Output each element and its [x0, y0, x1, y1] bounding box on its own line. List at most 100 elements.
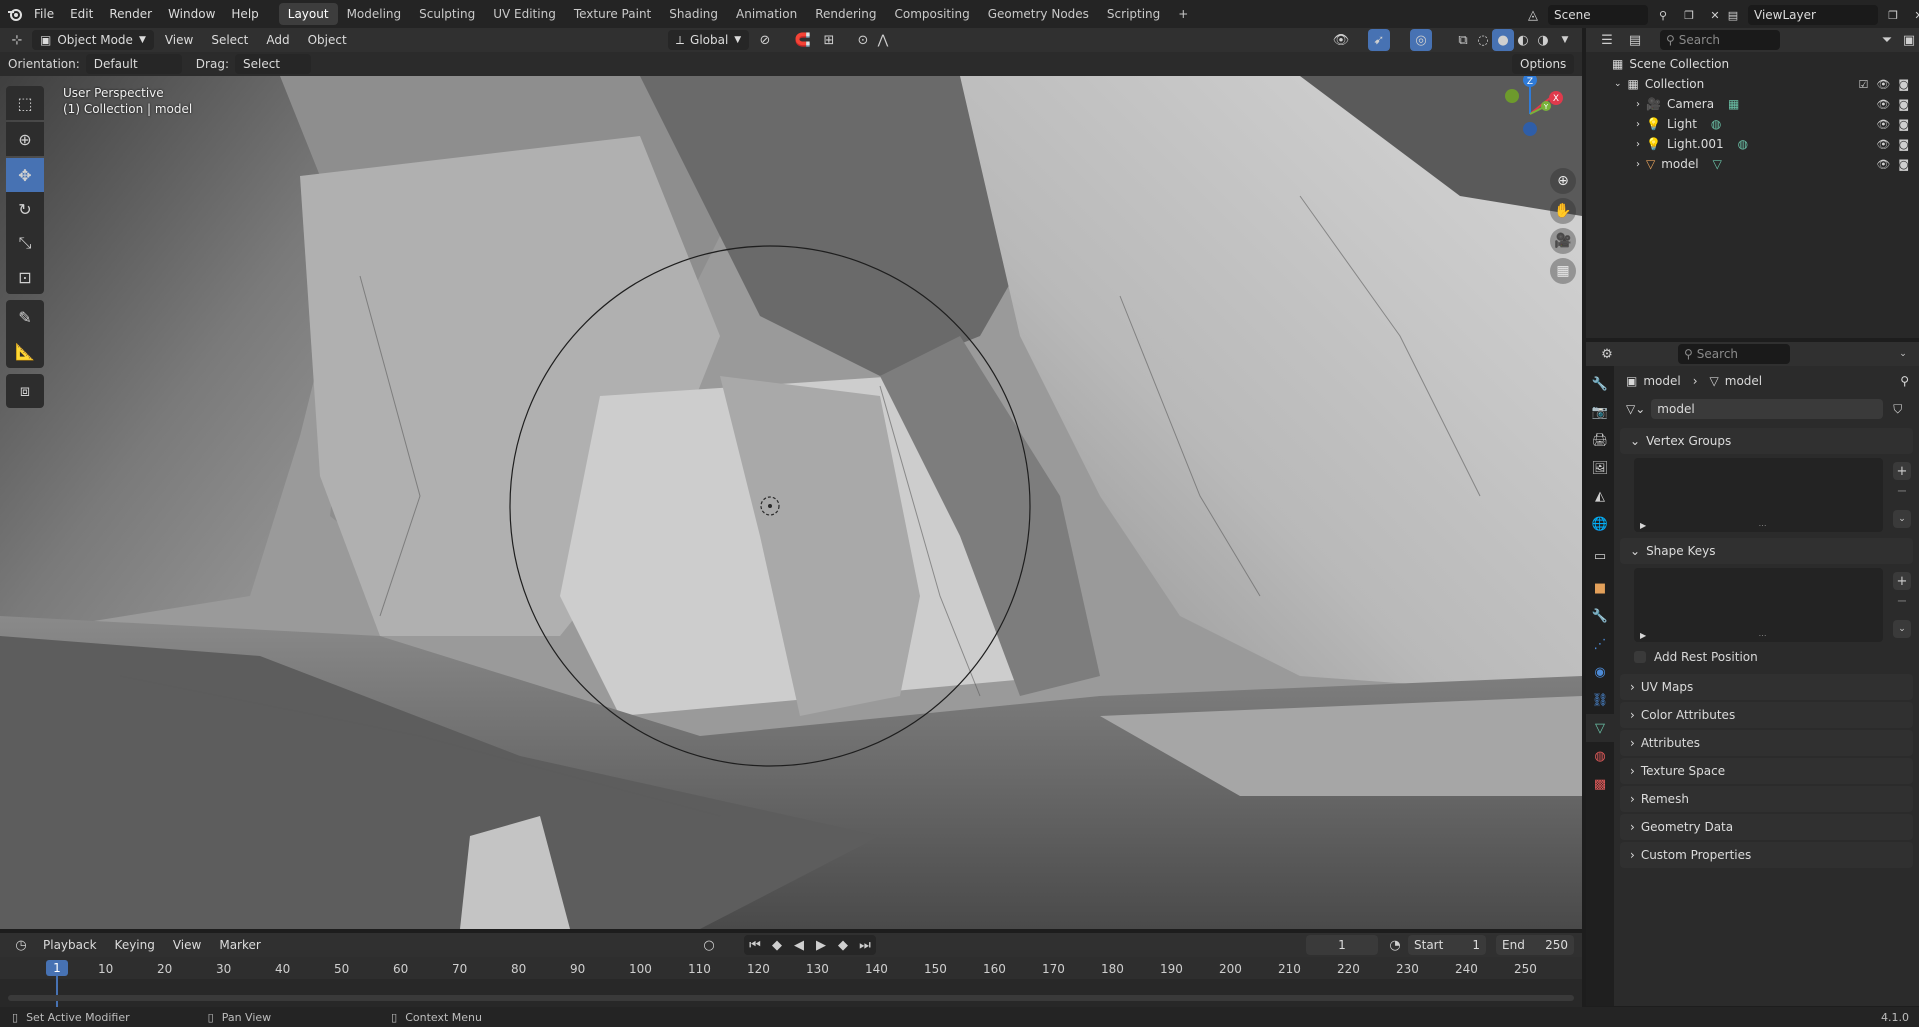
- vertex-group-specials-button[interactable]: ⌄: [1893, 510, 1911, 528]
- menu-file[interactable]: File: [26, 0, 62, 28]
- object-tab-icon[interactable]: ■: [1586, 574, 1614, 602]
- shape-keys-list[interactable]: ▶ ⋯: [1634, 568, 1883, 642]
- scene-collection-row[interactable]: ▦ Scene Collection: [1586, 54, 1919, 74]
- add-vertex-group-button[interactable]: +: [1893, 462, 1911, 480]
- tool-tab-icon[interactable]: 🔧: [1586, 370, 1614, 398]
- tab-rendering[interactable]: Rendering: [806, 3, 885, 25]
- particles-tab-icon[interactable]: ⋰: [1586, 630, 1614, 658]
- rendered-shading-icon[interactable]: ◑: [1532, 29, 1554, 51]
- collection-tab-icon[interactable]: ▭: [1586, 542, 1614, 570]
- options-dropdown[interactable]: Options: [1512, 54, 1575, 74]
- menu-edit[interactable]: Edit: [62, 0, 101, 28]
- menu-add[interactable]: Add: [259, 30, 296, 50]
- playhead[interactable]: 1: [46, 960, 68, 976]
- tab-compositing[interactable]: Compositing: [885, 3, 978, 25]
- menu-marker[interactable]: Marker: [212, 935, 267, 955]
- properties-editor-icon[interactable]: ⚙: [1596, 343, 1618, 365]
- drag-dropdown[interactable]: Select Box: [234, 54, 311, 91]
- timeline-scrollbar[interactable]: [8, 995, 1574, 1001]
- tab-animation[interactable]: Animation: [727, 3, 806, 25]
- viewlayer-icon[interactable]: ▤: [1722, 4, 1744, 26]
- new-collection-icon[interactable]: ▣: [1898, 29, 1919, 51]
- editor-type-icon[interactable]: ⊹: [6, 29, 28, 51]
- scene-field[interactable]: Scene: [1548, 5, 1648, 25]
- eye-icon[interactable]: 👁: [1876, 138, 1890, 151]
- add-rest-position-checkbox[interactable]: [1634, 651, 1646, 663]
- measure-icon[interactable]: 📐: [6, 334, 44, 368]
- output-tab-icon[interactable]: 🖨: [1586, 426, 1614, 454]
- vertex-groups-panel-header[interactable]: ⌄ Vertex Groups: [1620, 428, 1913, 454]
- resize-handle-icon[interactable]: ⋯: [1759, 631, 1767, 640]
- scene-icon[interactable]: ◬: [1522, 4, 1544, 26]
- scale-icon[interactable]: ⤡: [6, 226, 44, 260]
- tab-layout[interactable]: Layout: [278, 3, 338, 25]
- display-mode-icon[interactable]: ▤: [1624, 29, 1646, 51]
- move-icon[interactable]: ✥: [6, 158, 44, 192]
- 3d-viewport[interactable]: User Perspective (1) Collection | model …: [0, 76, 1582, 929]
- material-tab-icon[interactable]: ◍: [1586, 742, 1614, 770]
- shading-options-icon[interactable]: ▼: [1554, 29, 1576, 51]
- viewlayer-field[interactable]: ViewLayer: [1748, 5, 1878, 25]
- outliner-item-model[interactable]: › ▽ model ▽ 👁 ◙: [1586, 154, 1919, 174]
- menu-keying[interactable]: Keying: [108, 935, 162, 955]
- menu-help[interactable]: Help: [223, 0, 266, 28]
- new-viewlayer-icon[interactable]: ❐: [1882, 4, 1904, 26]
- xray-icon[interactable]: ⧉: [1452, 29, 1474, 51]
- gizmo-icon[interactable]: ➹: [1368, 29, 1390, 51]
- color-attributes-panel-header[interactable]: › Color Attributes: [1620, 702, 1913, 728]
- grid-ortho-icon[interactable]: ▦: [1550, 258, 1576, 284]
- delete-viewlayer-icon[interactable]: ✕: [1908, 4, 1919, 26]
- proportional-edit-icon[interactable]: ⊙: [852, 29, 874, 51]
- modifier-tab-icon[interactable]: 🔧: [1586, 602, 1614, 630]
- play-reverse-icon[interactable]: ◀: [788, 935, 810, 955]
- solid-shading-icon[interactable]: ●: [1492, 29, 1514, 51]
- next-keyframe-icon[interactable]: ◆: [832, 935, 854, 955]
- attributes-panel-header[interactable]: › Attributes: [1620, 730, 1913, 756]
- collection-row[interactable]: ⌄ ▦ Collection ☑ 👁 ◙: [1586, 74, 1919, 94]
- tab-geometry-nodes[interactable]: Geometry Nodes: [979, 3, 1098, 25]
- zoom-icon[interactable]: ⊕: [1550, 168, 1576, 194]
- vertex-groups-list[interactable]: ▶ ⋯: [1634, 458, 1883, 532]
- auto-keying-icon[interactable]: ○: [698, 934, 720, 956]
- transform-icon[interactable]: ⊡: [6, 260, 44, 294]
- camera-render-icon[interactable]: ◙: [1898, 158, 1909, 171]
- end-frame-field[interactable]: End 250: [1496, 935, 1574, 955]
- orientation-dropdown[interactable]: Default: [85, 54, 182, 74]
- tab-sculpting[interactable]: Sculpting: [410, 3, 484, 25]
- expand-arrow-icon[interactable]: ▶: [1640, 521, 1646, 530]
- jump-end-icon[interactable]: ⏭: [854, 935, 876, 955]
- filter-icon[interactable]: ⏷: [1876, 29, 1898, 51]
- start-frame-field[interactable]: Start 1: [1408, 935, 1486, 955]
- camera-view-icon[interactable]: 🎥: [1550, 228, 1576, 254]
- outliner-item-camera[interactable]: › 🎥 Camera ▦ 👁 ◙: [1586, 94, 1919, 114]
- navigation-gizmo[interactable]: Z X Y: [1490, 76, 1570, 154]
- geometry-data-panel-header[interactable]: › Geometry Data: [1620, 814, 1913, 840]
- menu-select[interactable]: Select: [204, 30, 255, 50]
- camera-render-icon[interactable]: ◙: [1898, 118, 1909, 131]
- datablock-field[interactable]: model: [1651, 399, 1884, 419]
- new-scene-icon[interactable]: ❐: [1678, 4, 1700, 26]
- remove-vertex-group-button[interactable]: −: [1893, 482, 1911, 500]
- visibility-icon[interactable]: 👁: [1330, 29, 1352, 51]
- pin-icon[interactable]: ⚲: [1900, 374, 1909, 388]
- tab-scripting[interactable]: Scripting: [1098, 3, 1169, 25]
- overlay-icon[interactable]: ◎: [1410, 29, 1432, 51]
- shape-keys-panel-header[interactable]: ⌄ Shape Keys: [1620, 538, 1913, 564]
- tab-shading[interactable]: Shading: [660, 3, 727, 25]
- add-workspace-button[interactable]: +: [1169, 3, 1197, 25]
- mode-dropdown[interactable]: ▣ Object Mode ▼: [32, 30, 154, 50]
- checkbox-icon[interactable]: ☑: [1858, 78, 1868, 91]
- chevron-down-icon[interactable]: ⌄: [1892, 343, 1914, 365]
- rotate-icon[interactable]: ↻: [6, 192, 44, 226]
- wireframe-shading-icon[interactable]: ◌: [1472, 29, 1494, 51]
- outliner-search[interactable]: ⚲ Search: [1660, 30, 1780, 50]
- outliner-item-light[interactable]: › 💡 Light ◍ 👁 ◙: [1586, 114, 1919, 134]
- material-shading-icon[interactable]: ◐: [1512, 29, 1534, 51]
- menu-object[interactable]: Object: [301, 30, 354, 50]
- current-frame-field[interactable]: 1: [1306, 935, 1378, 955]
- timeline[interactable]: 1 10 20 30 40 50 60 70 80 90 100 110 120 130 140 150 16…: [0, 957, 1582, 1007]
- expand-arrow-icon[interactable]: ▶: [1640, 631, 1646, 640]
- outliner-editor-icon[interactable]: ☰: [1596, 29, 1618, 51]
- eye-icon[interactable]: 👁: [1876, 158, 1890, 171]
- pan-hand-icon[interactable]: ✋: [1550, 198, 1576, 224]
